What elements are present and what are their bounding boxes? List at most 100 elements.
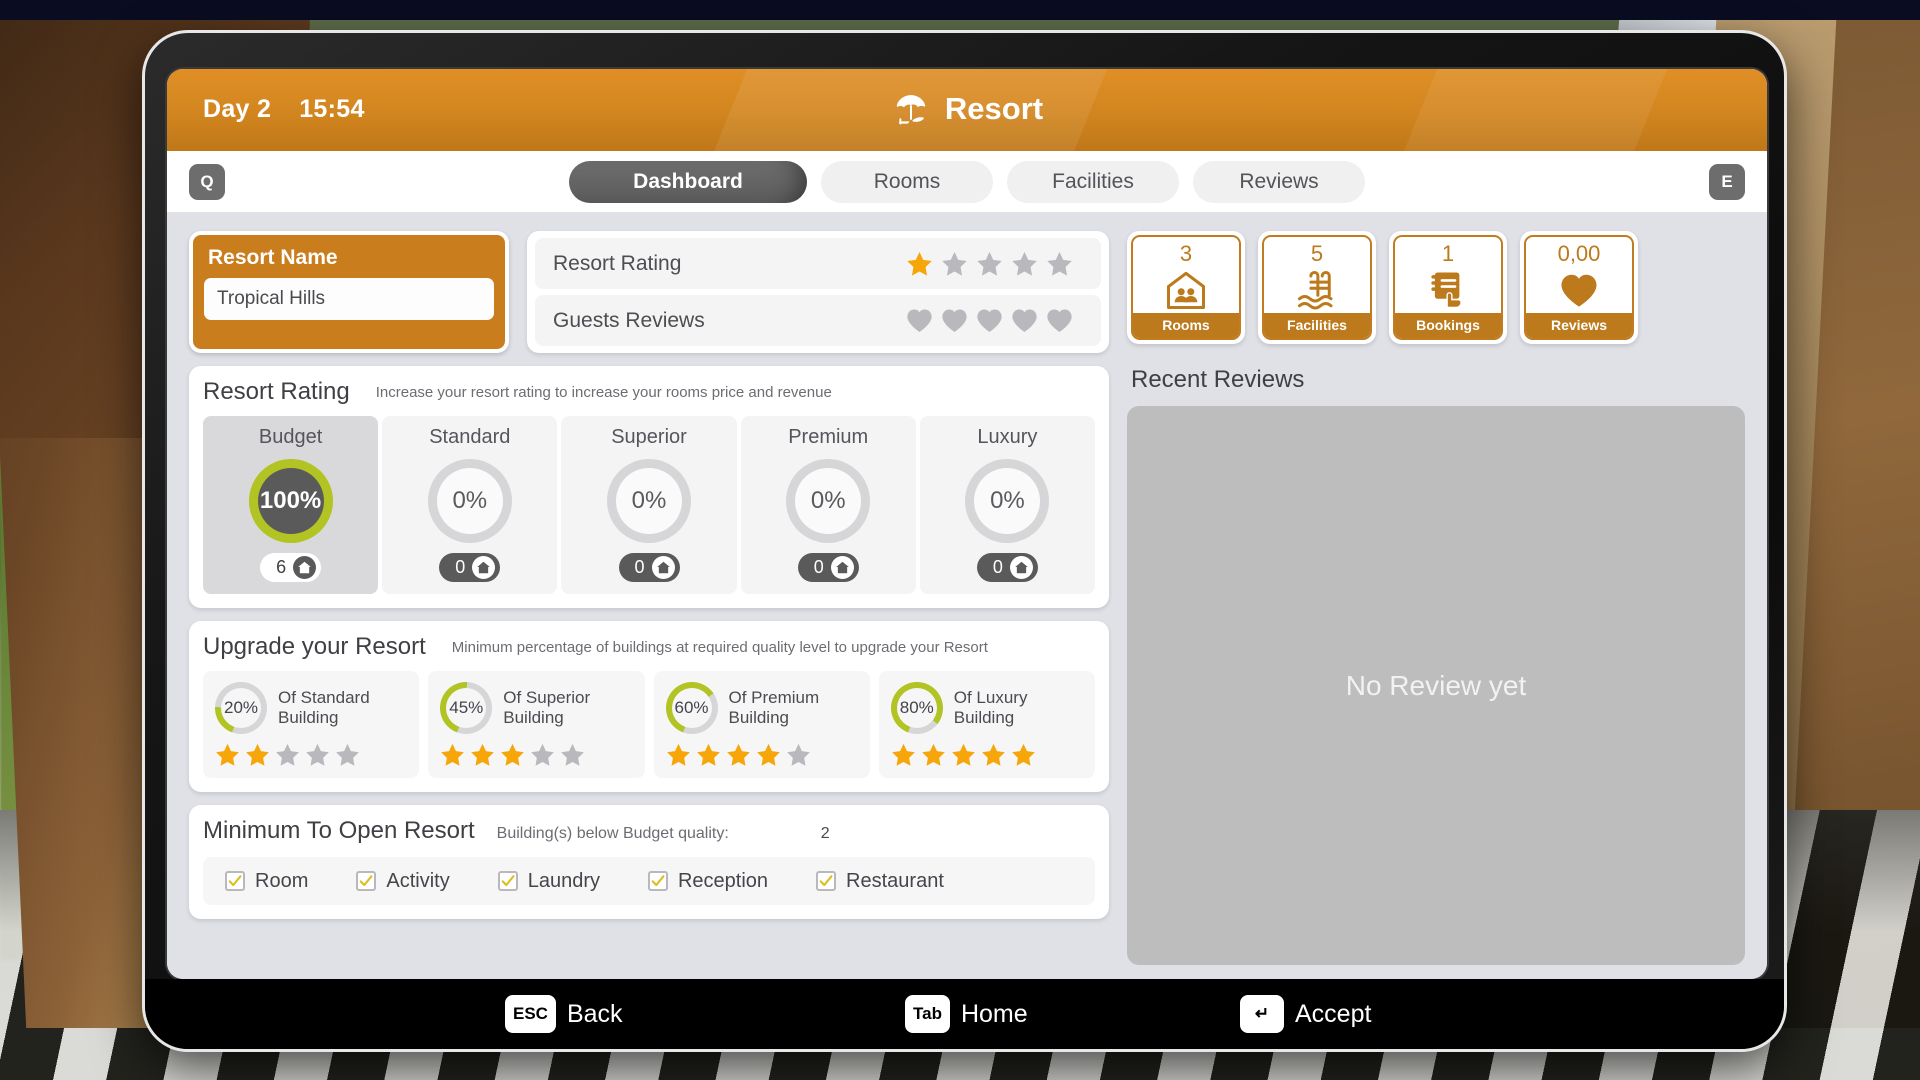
tier-percent: 0% [616, 468, 682, 534]
star-icon [1012, 251, 1037, 276]
next-tab-key-e[interactable]: E [1709, 163, 1745, 200]
requirement-checkbox[interactable] [647, 871, 668, 891]
hint-home[interactable]: Tab Home [905, 995, 1028, 1033]
stat-value: 1 [1441, 241, 1455, 266]
tier-progress-ring: 0% [965, 459, 1050, 543]
minimum-open-value: 2 [820, 825, 830, 842]
tier-name: Budget [258, 426, 323, 448]
star-icon [276, 743, 299, 766]
stat-icon-wrap [1264, 267, 1370, 313]
upgrade-panel-subtitle: Minimum percentage of buildings at requi… [451, 639, 988, 656]
stat-card-bookings[interactable]: 1 Bookings [1389, 231, 1507, 344]
requirement-activity[interactable]: Activity [356, 870, 450, 893]
requirement-laundry[interactable]: Laundry [497, 869, 600, 893]
star-icon [441, 743, 465, 766]
checkmark-icon [651, 875, 665, 887]
heart-icon [1047, 309, 1072, 332]
tier-progress-ring: 0% [786, 459, 871, 543]
tier-percent: 100% [257, 468, 324, 534]
tablet-device: Day 2 15:54 Resort Q Dashboard Rooms Fac… [142, 30, 1787, 1052]
upgrade-item-top: 20% Of Standard Building [215, 682, 407, 734]
tier-building-count: 0 [618, 553, 680, 582]
screen-title-text: Resort [944, 91, 1044, 126]
resort-name-label: Resort Name [208, 246, 338, 269]
house-badge [830, 556, 854, 579]
upgrade-percent: 80% [896, 688, 937, 728]
stat-card-inner: 3 Rooms [1131, 235, 1241, 340]
upgrade-panel-title: Upgrade your Resort [203, 633, 426, 660]
tier-count-value: 0 [634, 557, 645, 577]
tier-superior[interactable]: Superior 0% 0 [561, 416, 737, 594]
guests-reviews-row: Guests Reviews [535, 295, 1101, 346]
upgrade-percent: 45% [446, 688, 487, 728]
upgrade-label: Of Luxury Building [953, 687, 1028, 727]
star-icon [501, 743, 525, 766]
upgrade-percent: 20% [221, 688, 261, 728]
resort-rating-panel-subtitle: Increase your resort rating to increase … [375, 384, 832, 401]
requirement-room[interactable]: Room [225, 870, 308, 893]
stat-card-facilities[interactable]: 5 Facilities [1258, 231, 1376, 344]
upgrade-stars [215, 743, 407, 767]
resort-name-card: Resort Name [189, 231, 509, 353]
requirement-checkbox[interactable] [497, 871, 518, 891]
stat-card-reviews[interactable]: 0,00 Reviews [1520, 231, 1638, 344]
tier-percent: 0% [974, 468, 1041, 534]
tier-progress-ring: 0% [427, 459, 512, 543]
tab-rooms[interactable]: Rooms [821, 160, 993, 203]
tier-percent: 0% [436, 468, 503, 534]
hint-accept[interactable]: ↵ Accept [1240, 995, 1371, 1033]
house-badge [472, 556, 496, 579]
star-icon [756, 743, 780, 766]
star-icon [216, 743, 239, 766]
tier-progress-ring: 0% [607, 459, 691, 543]
tier-count-value: 0 [455, 557, 466, 577]
recent-reviews-box[interactable]: No Review yet [1127, 406, 1745, 965]
hint-back[interactable]: ESC Back [505, 995, 623, 1033]
requirement-checkbox[interactable] [225, 871, 245, 891]
hint-accept-label: Accept [1295, 999, 1372, 1028]
resort-name-input[interactable] [204, 278, 494, 320]
tier-premium[interactable]: Premium 0% 0 [740, 416, 916, 594]
no-review-text: No Review yet [1345, 669, 1527, 701]
requirement-reception[interactable]: Reception [647, 870, 768, 893]
upgrade-stars [440, 743, 632, 767]
star-icon [891, 743, 915, 766]
stat-card-list: 3 Rooms 5 Facilities 1 Bookings 0,00 Reviews [1127, 231, 1745, 344]
requirement-label: Laundry [527, 869, 600, 892]
stat-card-rooms[interactable]: 3 Rooms [1127, 231, 1245, 344]
stat-value: 5 [1310, 241, 1324, 266]
house-icon [298, 561, 311, 574]
star-icon [696, 743, 720, 766]
left-column: Resort Name Resort Rating Guests Reviews [189, 231, 1109, 965]
minimum-open-subtitle: Building(s) below Budget quality: [496, 825, 729, 842]
tier-standard[interactable]: Standard 0% 0 [382, 416, 558, 594]
stat-value: 3 [1179, 241, 1193, 266]
stat-icon-wrap [1526, 267, 1632, 313]
tab-dashboard[interactable]: Dashboard [569, 160, 807, 203]
star-icon [981, 743, 1005, 766]
tier-budget[interactable]: Budget 100% 6 [203, 416, 379, 594]
requirement-checkbox[interactable] [356, 871, 377, 891]
tab-facilities[interactable]: Facilities [1007, 160, 1179, 203]
checkmark-icon [360, 875, 373, 887]
bottom-hint-bar: ESC Back Tab Home ↵ Accept [145, 979, 1784, 1049]
stat-icon-wrap [1133, 267, 1239, 313]
tier-building-count: 0 [976, 553, 1038, 582]
tier-name: Standard [429, 426, 511, 448]
upgrade-item-top: 80% Of Luxury Building [890, 682, 1083, 734]
requirement-restaurant[interactable]: Restaurant [816, 870, 944, 893]
stat-value: 0,00 [1557, 241, 1601, 266]
tab-list: Dashboard Rooms Facilities Reviews [225, 160, 1709, 203]
tab-reviews[interactable]: Reviews [1193, 160, 1365, 203]
upgrade-item: 45% Of Superior Building [428, 671, 645, 778]
recent-reviews-title: Recent Reviews [1131, 366, 1305, 393]
star-icon [726, 743, 750, 766]
prev-tab-key-q[interactable]: Q [189, 163, 225, 200]
star-icon [977, 251, 1002, 276]
resort-rating-panel: Resort Rating Increase your resort ratin… [189, 366, 1109, 608]
hint-back-label: Back [566, 999, 623, 1028]
tier-luxury[interactable]: Luxury 0% 0 [919, 416, 1096, 594]
upgrade-progress-ring: 45% [440, 682, 493, 734]
house-icon [477, 561, 491, 574]
requirement-checkbox[interactable] [816, 871, 837, 891]
